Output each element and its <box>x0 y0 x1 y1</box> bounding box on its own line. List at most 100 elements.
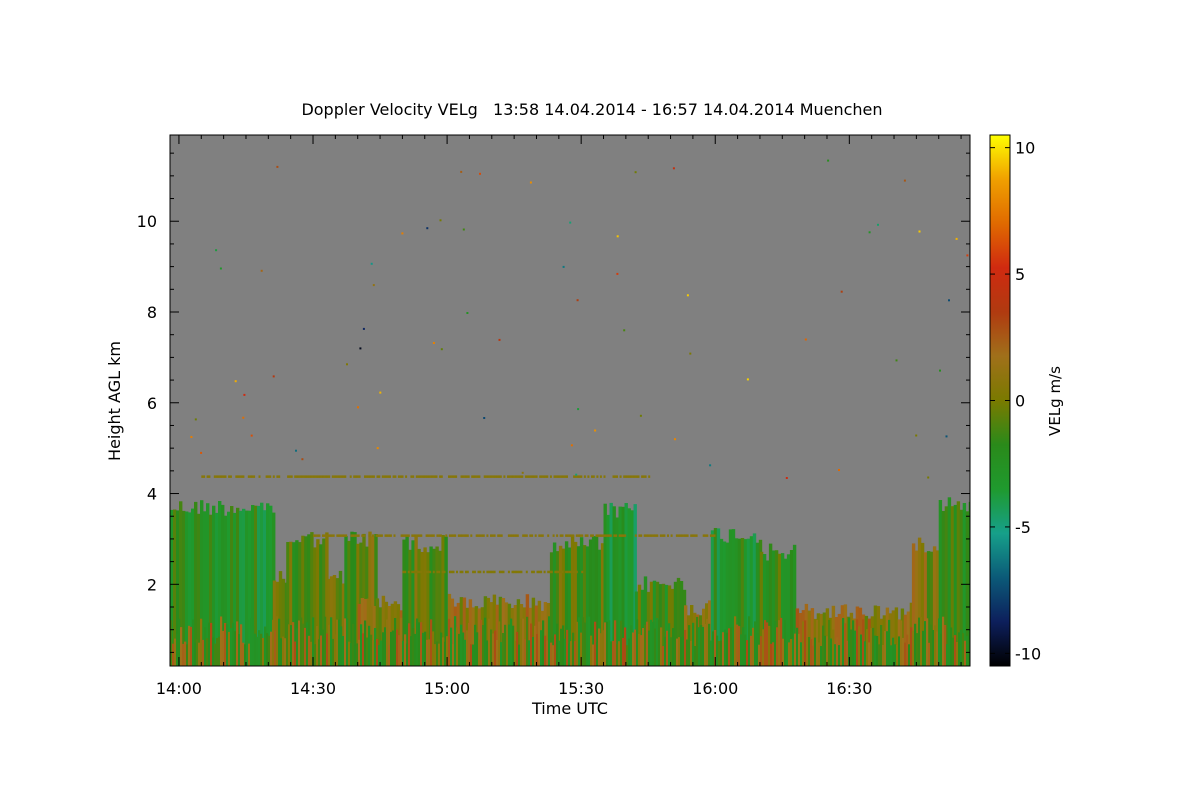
ground-streak <box>822 625 825 666</box>
thin-layer-pixel <box>448 475 450 478</box>
thin-layer-pixel <box>416 570 419 574</box>
thin-layer-pixel <box>656 534 659 537</box>
ground-streak <box>230 628 233 666</box>
thin-layer-pixel <box>475 534 478 537</box>
thin-layer-pixel <box>516 570 519 574</box>
ground-streak <box>796 627 799 666</box>
ground-streak <box>636 619 639 666</box>
ground-streak <box>354 645 357 666</box>
ground-streak <box>956 642 959 666</box>
thin-layer-pixel <box>482 570 485 574</box>
thin-layer-pixel <box>565 570 568 574</box>
ground-streak <box>436 641 439 666</box>
ground-streak <box>728 628 731 666</box>
thin-layer-pixel <box>686 534 689 537</box>
thin-layer-pixel <box>483 475 486 478</box>
thin-layer-pixel <box>560 475 563 478</box>
ground-streak <box>594 621 597 666</box>
thin-layer-pixel <box>329 534 332 537</box>
ground-streak <box>524 639 527 666</box>
thin-layer-pixel <box>538 570 541 574</box>
ground-streak <box>428 639 431 666</box>
thin-layer-pixel <box>711 534 714 537</box>
ground-streak <box>526 616 529 666</box>
ground-streak <box>234 631 237 666</box>
thin-layer-pixel <box>690 534 693 537</box>
thin-layer-pixel <box>500 570 503 574</box>
ground-streak <box>680 637 683 666</box>
noise-speckle <box>939 369 941 372</box>
ground-streak <box>664 636 667 666</box>
ground-streak <box>340 626 343 666</box>
ground-streak <box>654 628 657 666</box>
ground-streak <box>616 644 619 666</box>
noise-speckle <box>838 469 840 471</box>
thin-layer-pixel <box>356 475 359 478</box>
ground-streak <box>948 625 951 666</box>
thin-layer-pixel <box>649 534 652 537</box>
noise-speckle <box>432 342 435 344</box>
ground-streak <box>950 627 953 666</box>
ground-streak <box>560 628 563 666</box>
thin-layer-pixel <box>341 534 344 537</box>
noise-speckle <box>242 416 245 419</box>
thin-layer-pixel <box>326 475 329 478</box>
noise-speckle <box>250 434 253 437</box>
noise-speckle <box>460 170 463 173</box>
ground-streak <box>676 638 679 666</box>
noise-speckle <box>357 406 359 409</box>
thin-layer-pixel <box>332 534 335 537</box>
ground-streak <box>206 638 209 666</box>
ground-streak <box>614 620 617 666</box>
ground-streak <box>832 629 835 666</box>
thin-layer-pixel <box>579 534 582 537</box>
thin-layer-pixel <box>406 534 408 537</box>
thin-layer-pixel <box>376 475 379 478</box>
thin-layer-pixel <box>314 534 317 537</box>
ground-streak <box>404 634 407 666</box>
ground-streak <box>416 618 419 666</box>
ground-streak <box>892 637 895 666</box>
noise-speckle <box>634 171 637 174</box>
noise-speckle <box>955 237 958 240</box>
thin-layer-pixel <box>624 534 627 537</box>
thin-layer-pixel <box>397 475 400 478</box>
thin-layer-pixel <box>596 475 599 478</box>
thin-layer-pixel <box>507 570 510 574</box>
thin-layer-pixel <box>375 534 378 537</box>
ground-streak <box>826 636 829 666</box>
thin-layer-pixel <box>220 475 223 478</box>
ground-streak <box>602 630 605 666</box>
ground-streak <box>296 628 299 666</box>
ground-streak <box>322 629 325 666</box>
ground-streak <box>486 640 489 666</box>
thin-layer-pixel <box>343 534 346 537</box>
thin-layer-pixel <box>247 475 250 478</box>
ground-streak <box>274 630 277 666</box>
ground-streak <box>196 639 199 666</box>
ground-streak <box>298 620 301 666</box>
ground-streak <box>612 640 615 666</box>
thin-layer-pixel <box>675 534 678 537</box>
ground-streak <box>382 632 385 666</box>
thin-layer-pixel <box>466 534 469 537</box>
ground-streak <box>600 633 603 666</box>
thin-layer-pixel <box>222 475 225 478</box>
noise-speckle <box>746 378 749 381</box>
ground-streak <box>726 632 729 666</box>
thin-layer-pixel <box>667 534 669 537</box>
thin-layer-pixel <box>457 534 460 537</box>
thin-layer-pixel <box>367 475 370 478</box>
ground-streak <box>474 624 477 666</box>
ground-streak <box>186 644 189 666</box>
ground-streak <box>302 623 305 666</box>
thin-layer-pixel <box>424 475 427 478</box>
thin-layer-pixel <box>524 534 526 537</box>
thin-layer-pixel <box>299 475 302 478</box>
ground-streak <box>218 636 221 666</box>
ground-streak <box>282 636 285 666</box>
thin-layer-pixel <box>338 475 341 478</box>
ground-streak <box>372 640 375 666</box>
thin-layer-pixel <box>407 570 410 574</box>
ground-streak <box>232 622 235 666</box>
